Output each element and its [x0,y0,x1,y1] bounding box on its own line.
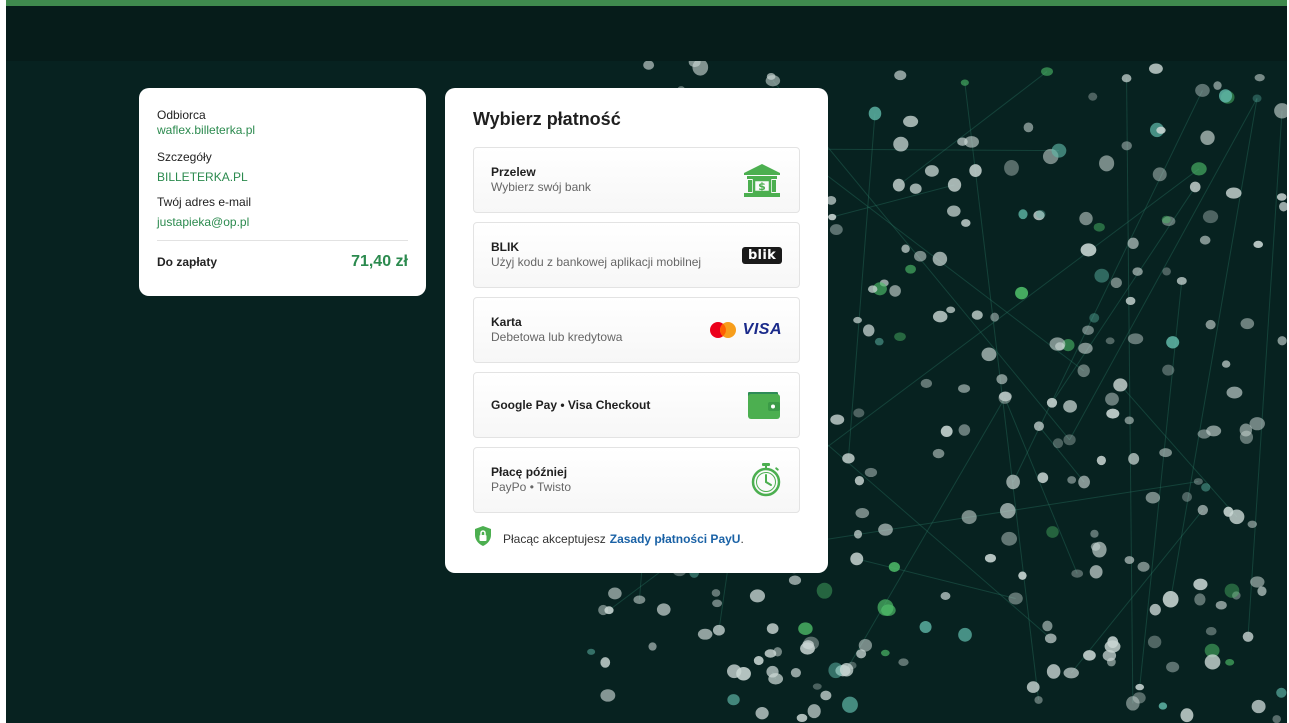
payment-title: Wybierz płatność [473,109,621,129]
mastercard-icon [709,322,736,338]
payment-method-blik[interactable]: BLIK Użyj kodu z bankowej aplikacji mobi… [473,222,800,288]
email-value: justapieka@op.pl [157,215,250,229]
blik-badge: blik [742,246,782,264]
payment-methods-card: Wybierz płatność Przelew Wybierz swój ba… [445,88,828,573]
summary-divider [157,240,408,241]
bank-icon: $ [742,162,782,198]
method-name: BLIK [491,240,519,254]
payment-method-pay-later[interactable]: Płacę później PayPo • Twisto [473,447,800,513]
method-desc: Wybierz swój bank [491,180,591,194]
total-label: Do zapłaty [157,255,218,269]
email-label: Twój adres e-mail [157,195,252,209]
recipient-value: waflex.billeterka.pl [157,123,256,137]
payment-method-wallet[interactable]: Google Pay • Visa Checkout [473,372,800,438]
blik-logo-icon: blik [742,246,782,264]
details-label: Szczegóły [157,150,212,164]
visa-logo: VISA [742,321,782,338]
method-name: Karta [491,315,522,329]
shield-lock-icon [473,525,493,552]
wallet-icon [746,389,782,421]
page-frame: Odbiorca waflex.billeterka.pl Szczegóły … [6,0,1287,723]
method-desc: Użyj kodu z bankowej aplikacji mobilnej [491,255,702,269]
method-name: Przelew [491,165,536,179]
method-name: Płacę później [491,465,568,479]
terms-text: Płacąc akceptujesz [503,531,606,546]
terms-end: . [740,531,744,546]
terms-row: Płacąc akceptujesz Zasady płatności PayU… [473,525,800,552]
details-value: BILLETERKA.PL [157,170,248,184]
card-brands-icon: VISA [709,321,782,339]
method-desc: PayPo • Twisto [491,480,572,494]
recipient-label: Odbiorca [157,108,206,122]
payment-method-card[interactable]: Karta Debetowa lub kredytowa VISA [473,297,800,363]
header-bar [6,6,1287,61]
payment-method-transfer[interactable]: Przelew Wybierz swój bank $ [473,147,800,213]
total-row: Do zapłaty 71,40 zł [157,253,408,271]
order-summary-card: Odbiorca waflex.billeterka.pl Szczegóły … [139,88,426,296]
payu-terms-link[interactable]: Zasady płatności PayU [610,532,741,546]
svg-text:$: $ [758,180,766,193]
method-desc: Debetowa lub kredytowa [491,330,623,344]
total-amount: 71,40 zł [351,253,408,270]
stopwatch-icon [750,462,782,498]
method-name: Google Pay • Visa Checkout [491,397,651,412]
